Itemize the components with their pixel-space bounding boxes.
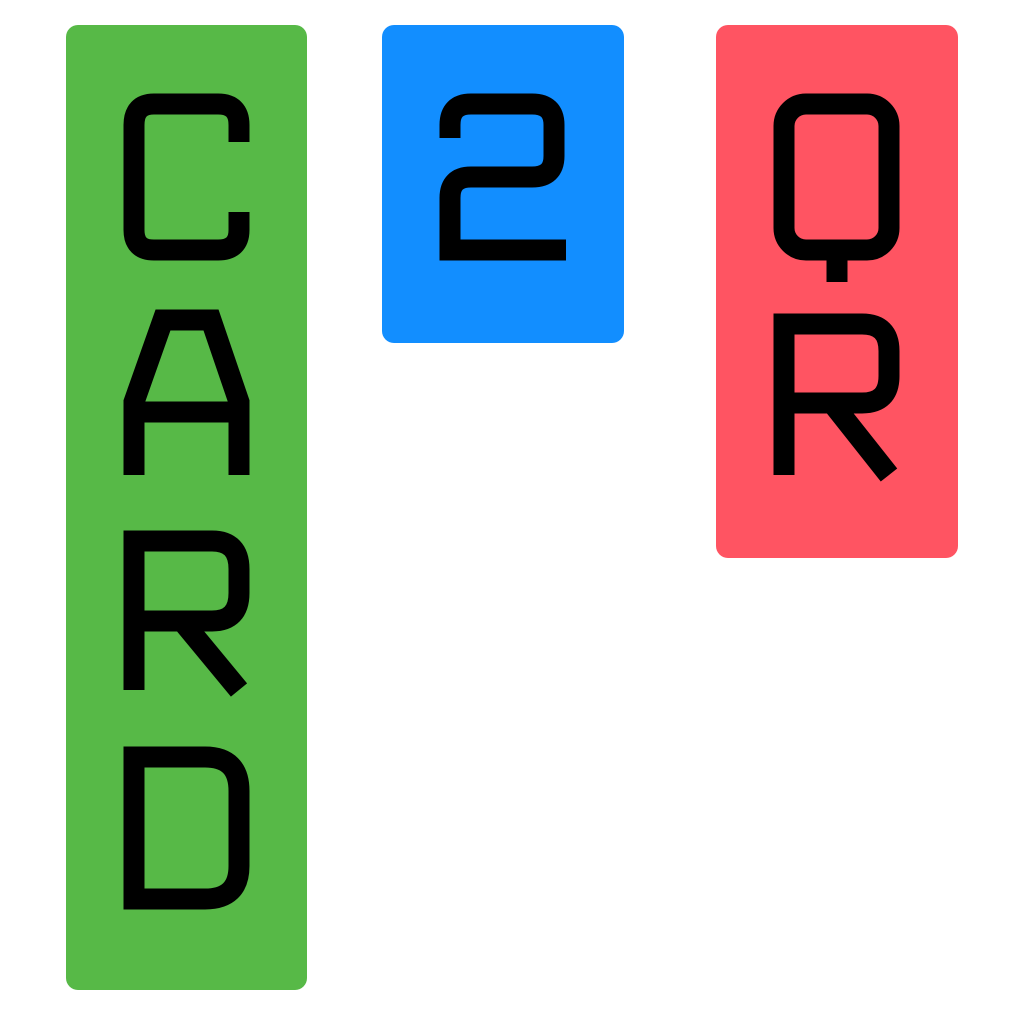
logo-lettering xyxy=(123,93,900,910)
card2qr-logo xyxy=(0,0,1024,1024)
letter-r-qr xyxy=(773,313,900,482)
letter-a xyxy=(123,309,250,475)
letter-d xyxy=(123,746,250,910)
letter-r xyxy=(123,530,250,697)
letter-q xyxy=(773,93,900,261)
letter-c xyxy=(123,93,250,261)
digit-2 xyxy=(439,93,566,261)
